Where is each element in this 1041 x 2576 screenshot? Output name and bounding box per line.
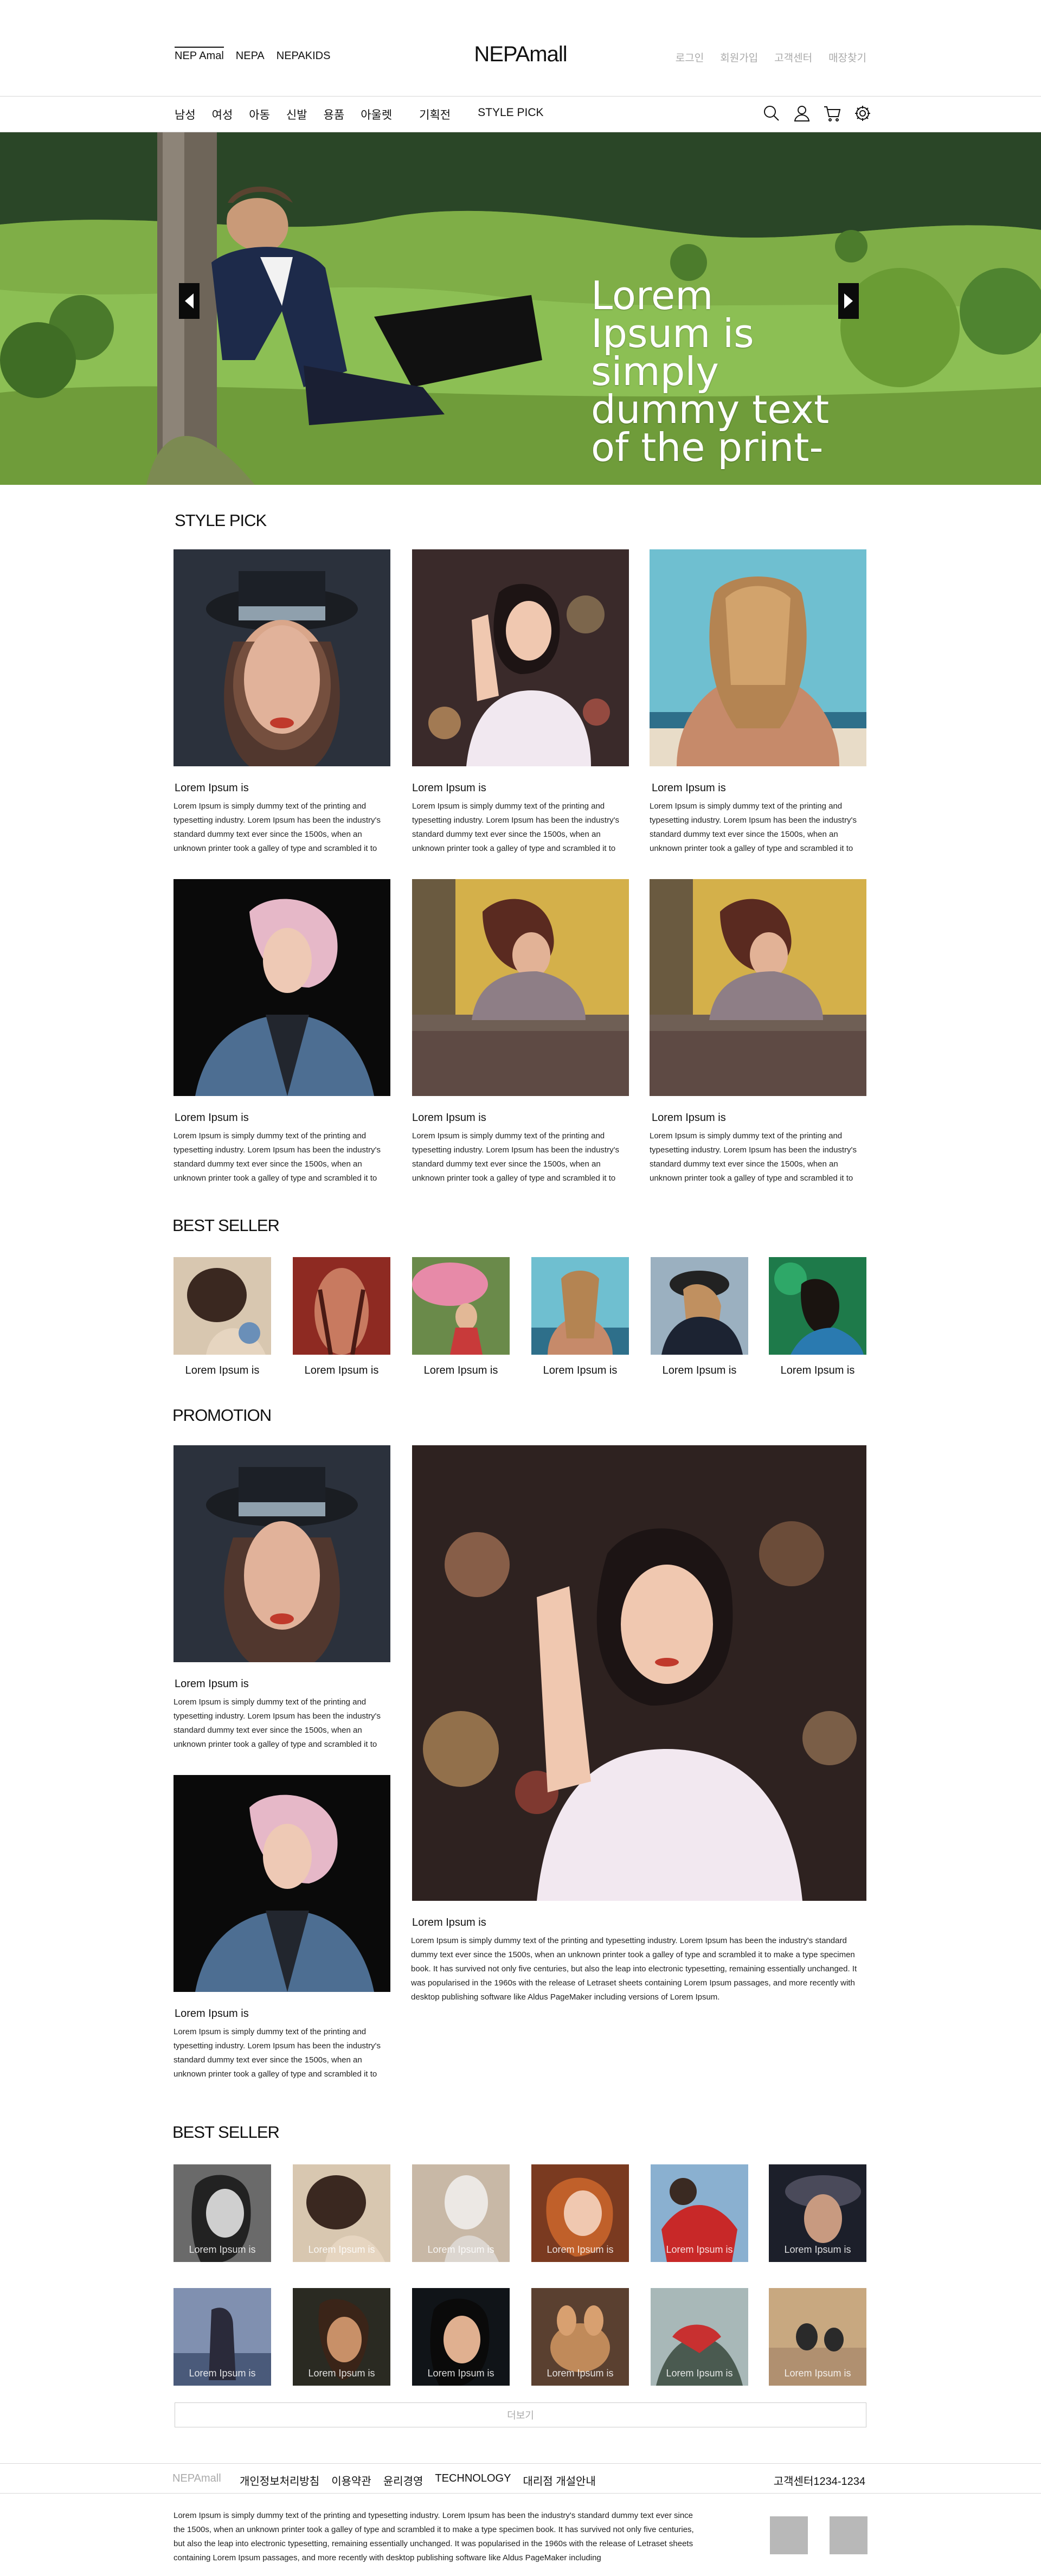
promotion-card-desc: Lorem Ipsum is simply dummy text of the … [174,2027,381,2079]
user-icon[interactable] [793,104,811,123]
best-seller-caption[interactable]: Lorem Ipsum is [531,1364,629,1377]
chevron-right-icon [844,293,853,309]
nav-item-men[interactable]: 남성 [175,106,196,123]
style-pick-image-5[interactable] [412,879,629,1096]
promotion-main-image[interactable] [412,1445,866,1901]
style-pick-image-4[interactable] [174,879,390,1096]
best-seller-caption[interactable]: Lorem Ipsum is [174,2368,271,2379]
nav-item-women[interactable]: 여성 [212,106,233,123]
store-finder-link[interactable]: 매장찾기 [828,50,866,65]
style-pick-card-title: Lorem Ipsum is [175,1112,249,1124]
promotion-card-title: Lorem Ipsum is [175,2008,249,2020]
style-pick-card-desc: Lorem Ipsum is simply dummy text of the … [174,802,381,853]
best-seller-caption[interactable]: Lorem Ipsum is [293,1364,390,1377]
promotion-image-1[interactable] [174,1445,390,1662]
promotion-card-desc: Lorem Ipsum is simply dummy text of the … [174,1697,381,1749]
style-pick-image-6[interactable] [650,879,866,1096]
style-pick-image-3[interactable] [650,549,866,766]
best-seller-caption[interactable]: Lorem Ipsum is [174,1364,271,1377]
best-seller-caption[interactable]: Lorem Ipsum is [412,2368,510,2379]
utility-links: 로그인 회원가입 고객센터 매장찾기 [676,50,866,65]
style-pick-title: STYLE PICK [175,511,267,530]
footer-badge-2[interactable] [830,2516,868,2554]
best-seller-image[interactable] [412,1257,510,1355]
style-pick-card-title: Lorem Ipsum is [652,782,726,794]
chevron-left-icon [185,293,194,309]
promotion-title: PROMOTION [172,1406,272,1425]
best-seller-caption[interactable]: Lorem Ipsum is [293,2368,390,2379]
search-icon[interactable] [762,104,781,123]
style-pick-card-title: Lorem Ipsum is [412,782,486,794]
best-seller-caption[interactable]: Lorem Ipsum is [412,2244,510,2255]
nav-item-style-pick[interactable]: STYLE PICK [478,106,543,123]
style-pick-image-1[interactable] [174,549,390,766]
top-header: NEP Amal NEPA NEPAKIDS NEPAmall 로그인 회원가입… [0,0,1041,97]
style-pick-image-2[interactable] [412,549,629,766]
best-seller-title: BEST SELLER [172,2123,280,2142]
footer-link-privacy[interactable]: 개인정보처리방침 [240,2472,319,2488]
promotion-card-title: Lorem Ipsum is [175,1678,249,1690]
main-navigation: 남성 여성 아동 신발 용품 아울렛 기획전 STYLE PICK [0,97,1041,132]
best-seller-caption[interactable]: Lorem Ipsum is [531,2244,629,2255]
footer-description: Lorem Ipsum is simply dummy text of the … [174,2511,694,2562]
footer-link-ethics[interactable]: 윤리경영 [383,2472,423,2488]
signup-link[interactable]: 회원가입 [720,50,758,65]
style-pick-card-title: Lorem Ipsum is [412,1112,486,1124]
best-seller-image[interactable] [174,1257,271,1355]
best-seller-caption[interactable]: Lorem Ipsum is [769,1364,866,1377]
best-seller-title: BEST SELLER [172,1216,280,1235]
style-pick-card-title: Lorem Ipsum is [652,1112,726,1124]
hero-prev-button[interactable] [179,283,200,319]
promotion-main-desc: Lorem Ipsum is simply dummy text of the … [411,1936,857,2002]
footer-logo[interactable]: NEPAmall [172,2472,221,2485]
best-seller-image[interactable] [293,1257,390,1355]
cart-icon[interactable] [823,104,841,123]
footer-nav: NEPAmall 개인정보처리방침 이용약관 윤리경영 TECHNOLOGY 대… [0,2463,1041,2494]
footer-badge-1[interactable] [770,2516,808,2554]
best-seller-caption[interactable]: Lorem Ipsum is [769,2368,866,2379]
settings-icon[interactable] [853,104,872,123]
style-pick-card-desc: Lorem Ipsum is simply dummy text of the … [412,1131,619,1183]
best-seller-caption[interactable]: Lorem Ipsum is [412,1364,510,1377]
style-pick-card-desc: Lorem Ipsum is simply dummy text of the … [650,1131,857,1183]
nav-item-special[interactable]: 기획전 [419,106,451,123]
best-seller-image[interactable] [651,1257,748,1355]
hero-banner: Lorem Ipsum is simply dummy text of the … [0,132,1041,485]
more-button[interactable]: 더보기 [175,2402,866,2427]
best-seller-image[interactable] [531,1257,629,1355]
style-pick-card-desc: Lorem Ipsum is simply dummy text of the … [174,1131,381,1183]
footer-link-franchise[interactable]: 대리점 개설안내 [523,2472,595,2488]
best-seller-caption[interactable]: Lorem Ipsum is [531,2368,629,2379]
best-seller-caption[interactable]: Lorem Ipsum is [293,2244,390,2255]
best-seller-image[interactable] [769,1257,866,1355]
site-logo[interactable]: NEPAmall [0,42,1041,67]
best-seller-caption[interactable]: Lorem Ipsum is [769,2244,866,2255]
login-link[interactable]: 로그인 [676,50,704,65]
hero-headline: Lorem Ipsum is simply dummy text of the … [591,273,830,470]
promotion-main-title: Lorem Ipsum is [412,1917,486,1928]
nav-item-goods[interactable]: 용품 [324,106,345,123]
style-pick-card-desc: Lorem Ipsum is simply dummy text of the … [412,802,619,853]
hero-next-button[interactable] [838,283,859,319]
footer-link-terms[interactable]: 이용약관 [331,2472,371,2488]
best-seller-caption[interactable]: Lorem Ipsum is [174,2244,271,2255]
hero-image [0,132,1041,485]
nav-item-shoes[interactable]: 신발 [286,106,307,123]
customer-center-number: 고객센터1234-1234 [773,2476,865,2488]
nav-item-kids[interactable]: 아동 [249,106,270,123]
style-pick-card-title: Lorem Ipsum is [175,782,249,794]
best-seller-caption[interactable]: Lorem Ipsum is [651,1364,748,1377]
customer-center-link[interactable]: 고객센터 [774,50,812,65]
promotion-image-2[interactable] [174,1775,390,1992]
nav-item-outlet[interactable]: 아울렛 [361,106,392,123]
best-seller-caption[interactable]: Lorem Ipsum is [651,2244,748,2255]
best-seller-caption[interactable]: Lorem Ipsum is [651,2368,748,2379]
footer-link-technology[interactable]: TECHNOLOGY [435,2472,511,2488]
style-pick-card-desc: Lorem Ipsum is simply dummy text of the … [650,802,857,853]
